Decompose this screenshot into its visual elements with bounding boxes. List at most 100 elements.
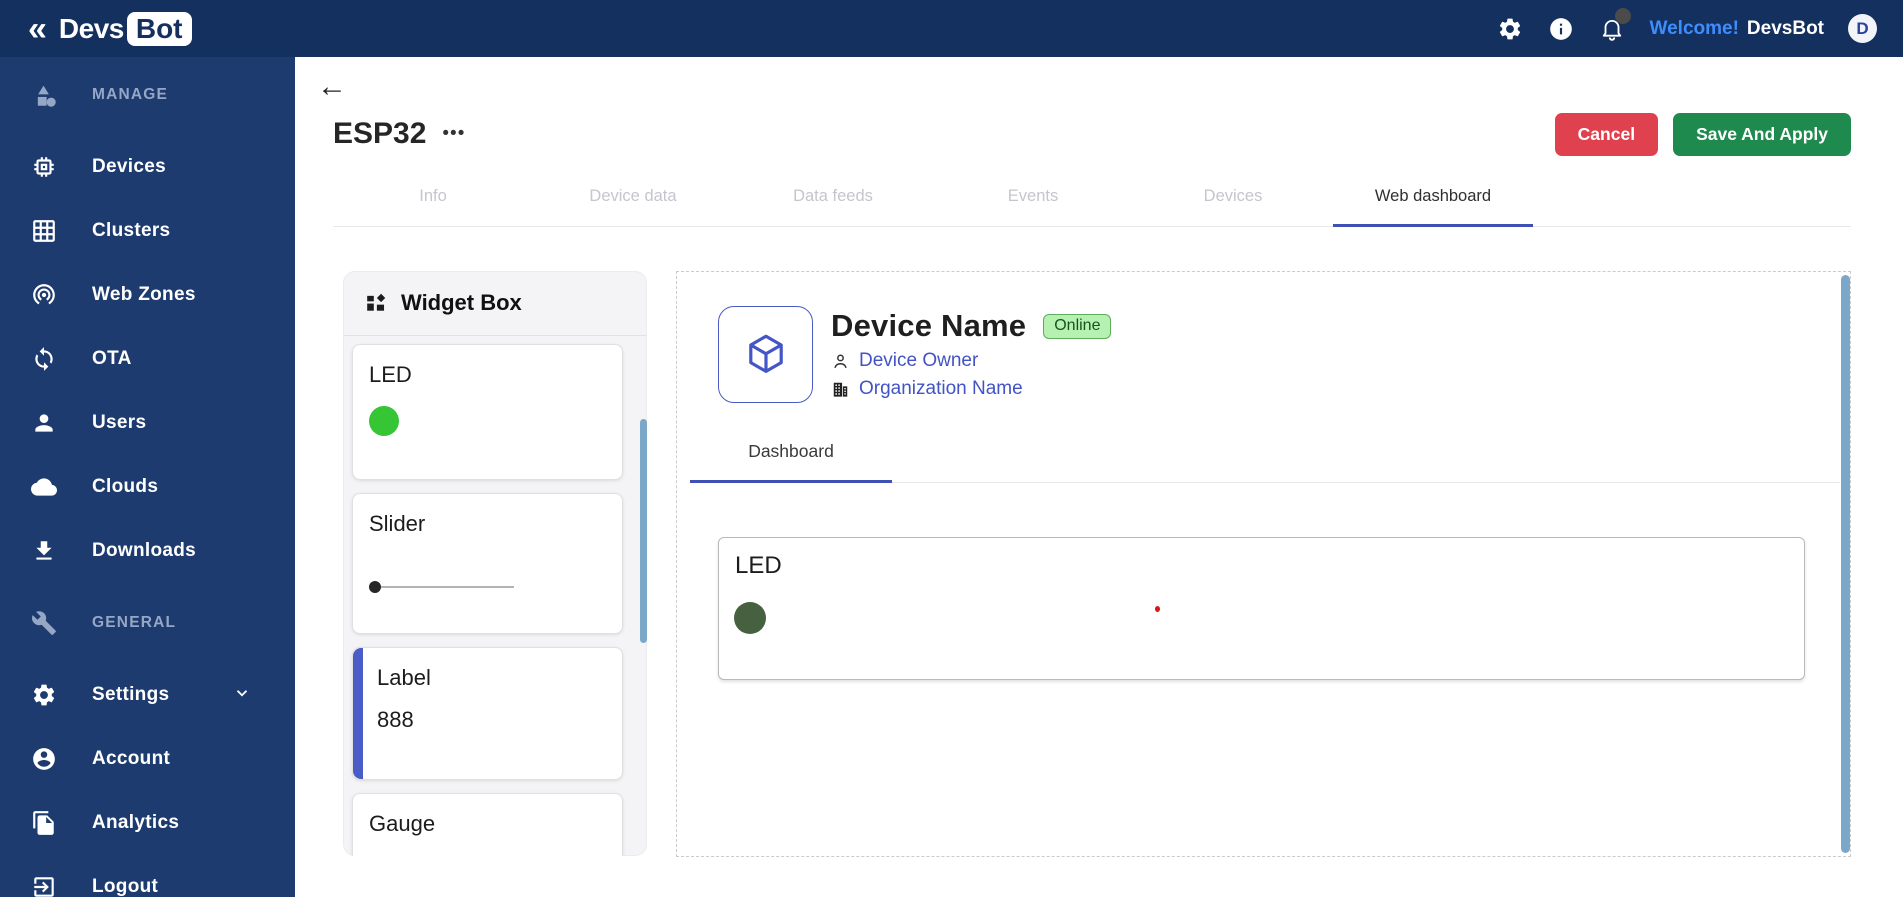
user-icon	[30, 410, 57, 437]
sidebar-item-label: Web Zones	[92, 284, 196, 305]
logout-icon	[30, 874, 57, 897]
sidebar-item-label: Logout	[92, 876, 159, 897]
user-menu[interactable]: Welcome! DevsBot	[1650, 18, 1824, 40]
sidebar-item-label: Clouds	[92, 476, 159, 497]
sidebar-item-devices[interactable]: Devices	[0, 135, 295, 199]
widget-label: Label	[377, 665, 431, 690]
device-avatar	[718, 306, 813, 403]
tab-data-feeds[interactable]: Data feeds	[733, 187, 933, 226]
widget-card-slider[interactable]: Slider	[352, 493, 623, 634]
gear-icon[interactable]	[1497, 15, 1524, 42]
device-name: Device Name	[831, 308, 1027, 343]
bell-icon[interactable]	[1599, 8, 1631, 42]
notification-badge	[1614, 8, 1631, 24]
avatar[interactable]: D	[1848, 14, 1877, 43]
sidebar-item-downloads[interactable]: Downloads	[0, 519, 295, 583]
welcome-text: Welcome!	[1649, 17, 1739, 39]
sidebar-item-users[interactable]: Users	[0, 391, 295, 455]
sidebar-item-label: Account	[92, 748, 171, 769]
gear-icon	[30, 682, 57, 709]
sidebar-item-web-zones[interactable]: Web Zones	[0, 263, 295, 327]
sidebar-section-manage: MANAGE	[0, 63, 295, 127]
section-label: MANAGE	[92, 86, 169, 103]
widget-card-label[interactable]: Label 888	[352, 647, 623, 780]
chevron-down-icon	[233, 684, 251, 707]
widget-label: Gauge	[369, 811, 436, 836]
widget-label: Slider	[369, 511, 426, 536]
user-name: DevsBot	[1746, 17, 1824, 39]
cloud-icon	[30, 474, 57, 501]
account-circle-icon	[30, 746, 57, 773]
sidebar-item-account[interactable]: Account	[0, 727, 295, 791]
label-accent-stripe	[353, 648, 363, 779]
broadcast-icon	[30, 282, 57, 309]
led-indicator-on	[369, 406, 399, 436]
section-label: GENERAL	[92, 614, 177, 631]
sidebar-item-label: OTA	[92, 348, 132, 369]
widget-card-led[interactable]: LED	[352, 344, 623, 480]
device-tabs: Info Device data Data feeds Events Devic…	[333, 187, 1851, 227]
back-arrow-icon[interactable]: ←	[317, 71, 353, 105]
sidebar-item-label: Clusters	[92, 220, 171, 241]
tab-dashboard[interactable]: Dashboard	[690, 441, 892, 483]
widget-box-scrollbar[interactable]	[640, 419, 647, 643]
pages-icon	[30, 810, 57, 837]
cube-icon	[748, 334, 783, 373]
grid-icon	[30, 218, 57, 245]
topbar: « Devs Bot Welcome! DevsBot D	[0, 0, 1903, 57]
widget-card-gauge[interactable]: Gauge	[352, 793, 623, 856]
sidebar-item-logout[interactable]: Logout	[0, 855, 295, 897]
tab-events[interactable]: Events	[933, 187, 1133, 226]
sidebar-item-analytics[interactable]: Analytics	[0, 791, 295, 855]
widget-box-title: Widget Box	[401, 290, 522, 315]
page-title: ESP32	[333, 117, 427, 150]
topbar-actions: Welcome! DevsBot D	[1497, 8, 1877, 43]
dashboard-tabbar: Dashboard	[690, 441, 1840, 483]
device-header: Device Name Online Device Owner Organiza…	[718, 306, 1850, 403]
info-icon[interactable]	[1548, 15, 1575, 42]
widget-label: LED	[369, 362, 412, 387]
sidebar-item-ota[interactable]: OTA	[0, 327, 295, 391]
widgets-icon	[367, 293, 386, 311]
cancel-button[interactable]: Cancel	[1554, 112, 1659, 156]
sidebar-section-general: GENERAL	[0, 591, 295, 655]
sidebar-item-clusters[interactable]: Clusters	[0, 199, 295, 263]
wrench-icon	[30, 610, 57, 637]
sidebar-item-label: Devices	[92, 156, 166, 177]
save-and-apply-button[interactable]: Save And Apply	[1673, 112, 1851, 156]
tab-device-data[interactable]: Device data	[533, 187, 733, 226]
placed-led-widget[interactable]: LED	[718, 537, 1805, 680]
widget-label: LED	[735, 552, 782, 579]
organization-link[interactable]: Organization Name	[859, 378, 1023, 400]
widget-box-header: Widget Box	[343, 271, 647, 336]
more-menu-icon[interactable]: •••	[442, 123, 465, 145]
canvas-scrollbar[interactable]	[1841, 275, 1850, 853]
tab-devices[interactable]: Devices	[1133, 187, 1333, 226]
slider-knob[interactable]	[369, 581, 381, 593]
sidebar-item-label: Settings	[92, 684, 170, 705]
building-icon	[833, 382, 848, 397]
page-header: ESP32 ••• Cancel Save And Apply	[295, 105, 1903, 157]
led-indicator-off[interactable]	[734, 602, 766, 634]
device-owner-link[interactable]: Device Owner	[859, 350, 978, 372]
brand-bot-text: Bot	[126, 11, 192, 46]
shapes-icon	[30, 82, 57, 109]
slider-control[interactable]	[369, 581, 606, 593]
download-icon	[30, 538, 57, 565]
brand-devs-text: Devs	[58, 12, 124, 44]
sidebar-item-label: Analytics	[92, 812, 180, 833]
sidebar-collapse-icon[interactable]: «	[28, 12, 47, 46]
sidebar-item-settings[interactable]: Settings	[0, 663, 295, 727]
brand-logo[interactable]: Devs Bot	[58, 11, 192, 46]
main-content: ← ESP32 ••• Cancel Save And Apply Info D…	[295, 57, 1903, 897]
tab-info[interactable]: Info	[333, 187, 533, 226]
sidebar-item-label: Users	[92, 412, 147, 433]
dashboard-canvas: Device Name Online Device Owner Organiza…	[676, 271, 1851, 857]
chip-icon	[30, 154, 57, 181]
tab-web-dashboard[interactable]: Web dashboard	[1333, 187, 1533, 227]
slider-track	[381, 586, 514, 588]
sidebar-item-clouds[interactable]: Clouds	[0, 455, 295, 519]
cursor-dot	[1155, 606, 1160, 612]
sidebar: MANAGE Devices Clusters Web Zones OTA Us…	[0, 57, 295, 897]
sync-icon	[30, 346, 57, 373]
